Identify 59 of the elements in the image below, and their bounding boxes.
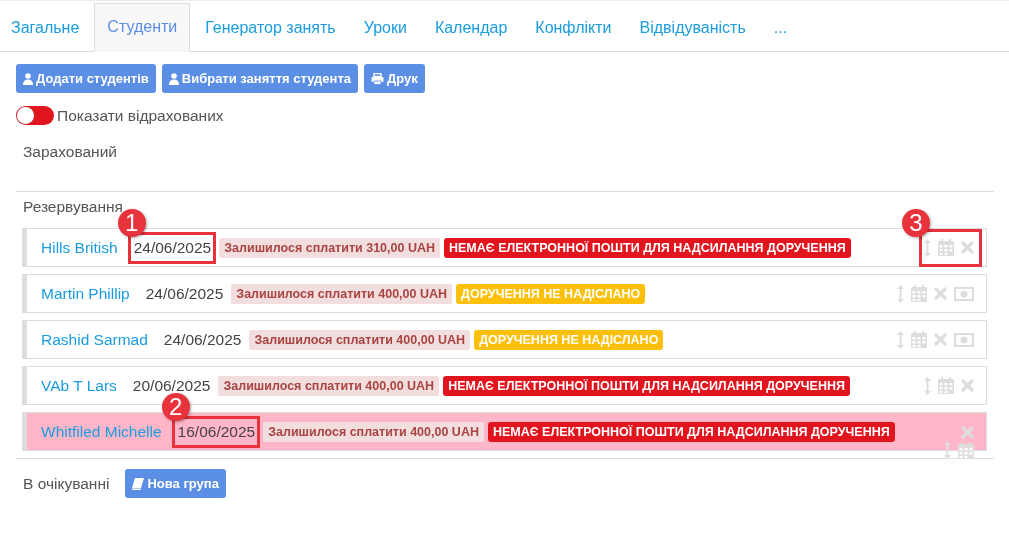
balance-badge: Залишилося сплатити 400,00 UAH: [218, 375, 440, 396]
student-link[interactable]: Rashid Sarmad: [41, 330, 148, 349]
toolbar-button[interactable]: Додати студентів: [16, 64, 156, 93]
student-link[interactable]: Martin Phillip: [41, 284, 130, 303]
toggle-label: Показати відрахованих: [57, 106, 224, 125]
toggle-switch[interactable]: [16, 106, 54, 125]
vertical-arrow-icon[interactable]: [924, 238, 931, 257]
status-badge: НЕМАЄ ЕЛЕКТРОННОЇ ПОШТИ ДЛЯ НАДСИЛАННЯ ДОРУЧЕННЯ: [487, 421, 895, 442]
toolbar-button[interactable]: Друк: [364, 64, 425, 93]
tab[interactable]: Календар: [421, 3, 521, 52]
toolbar-button[interactable]: Вибрати заняття студента: [161, 64, 358, 93]
calendar-icon[interactable]: [911, 331, 927, 348]
banknote-icon[interactable]: [954, 332, 974, 347]
print-icon: [371, 72, 384, 85]
user-icon: [168, 72, 179, 85]
date-text: 20/06/2025: [132, 376, 211, 394]
status-badge: ДОРУЧЕННЯ НЕ НАДІСЛАНО: [456, 283, 646, 304]
annotation-marker: 3: [902, 208, 930, 237]
vertical-arrow-icon[interactable]: [944, 441, 951, 459]
date-text: 24/06/2025: [163, 330, 242, 348]
tab[interactable]: Відвідуваність: [626, 3, 759, 52]
new-group-button[interactable]: Нова група: [125, 469, 226, 498]
tab[interactable]: Загальне: [0, 3, 93, 52]
section-heading: Зарахований: [23, 143, 118, 161]
vertical-arrow-icon[interactable]: [924, 376, 931, 395]
tab[interactable]: Генератор занять: [192, 3, 349, 52]
tab[interactable]: Конфлікти: [522, 3, 625, 52]
balance-badge: Залишилося сплатити 400,00 UAH: [263, 421, 484, 442]
date-text: 24/06/2025: [133, 238, 212, 256]
calendar-icon[interactable]: [958, 441, 974, 459]
balance-badge: Залишилося сплатити 310,00 UAH: [219, 237, 440, 258]
close-icon[interactable]: [934, 287, 947, 300]
close-icon[interactable]: [961, 241, 974, 254]
banknote-icon[interactable]: [954, 286, 974, 301]
close-icon[interactable]: [934, 333, 947, 346]
status-badge: НЕМАЄ ЕЛЕКТРОННОЇ ПОШТИ ДЛЯ НАДСИЛАННЯ ДОРУЧЕННЯ: [444, 237, 851, 258]
student-link[interactable]: Hills British: [41, 238, 118, 257]
section-heading: В очікуванні: [23, 474, 110, 493]
status-badge: ДОРУЧЕННЯ НЕ НАДІСЛАНО: [474, 329, 664, 350]
balance-badge: Залишилося сплатити 400,00 UAH: [249, 329, 471, 350]
tab[interactable]: Уроки: [350, 3, 420, 52]
calendar-icon[interactable]: [938, 239, 954, 256]
book-icon: [132, 477, 145, 490]
student-link[interactable]: VAb T Lars: [41, 376, 117, 395]
vertical-arrow-icon[interactable]: [897, 330, 904, 349]
tab[interactable]: ...: [760, 3, 801, 52]
tab[interactable]: Студенти: [94, 3, 191, 52]
vertical-arrow-icon[interactable]: [897, 284, 904, 303]
date-text: 16/06/2025: [177, 422, 256, 440]
close-icon[interactable]: [961, 426, 974, 439]
user-icon: [23, 72, 33, 85]
balance-badge: Залишилося сплатити 400,00 UAH: [231, 283, 453, 304]
date-text: 24/06/2025: [145, 284, 224, 302]
calendar-icon[interactable]: [911, 285, 927, 302]
annotation-marker: 2: [161, 392, 190, 421]
close-icon[interactable]: [961, 379, 974, 392]
student-link[interactable]: Whitfiled Michelle: [41, 422, 162, 441]
status-badge: НЕМАЄ ЕЛЕКТРОННОЇ ПОШТИ ДЛЯ НАДСИЛАННЯ ДОРУЧЕННЯ: [443, 375, 850, 396]
calendar-icon[interactable]: [938, 377, 954, 394]
